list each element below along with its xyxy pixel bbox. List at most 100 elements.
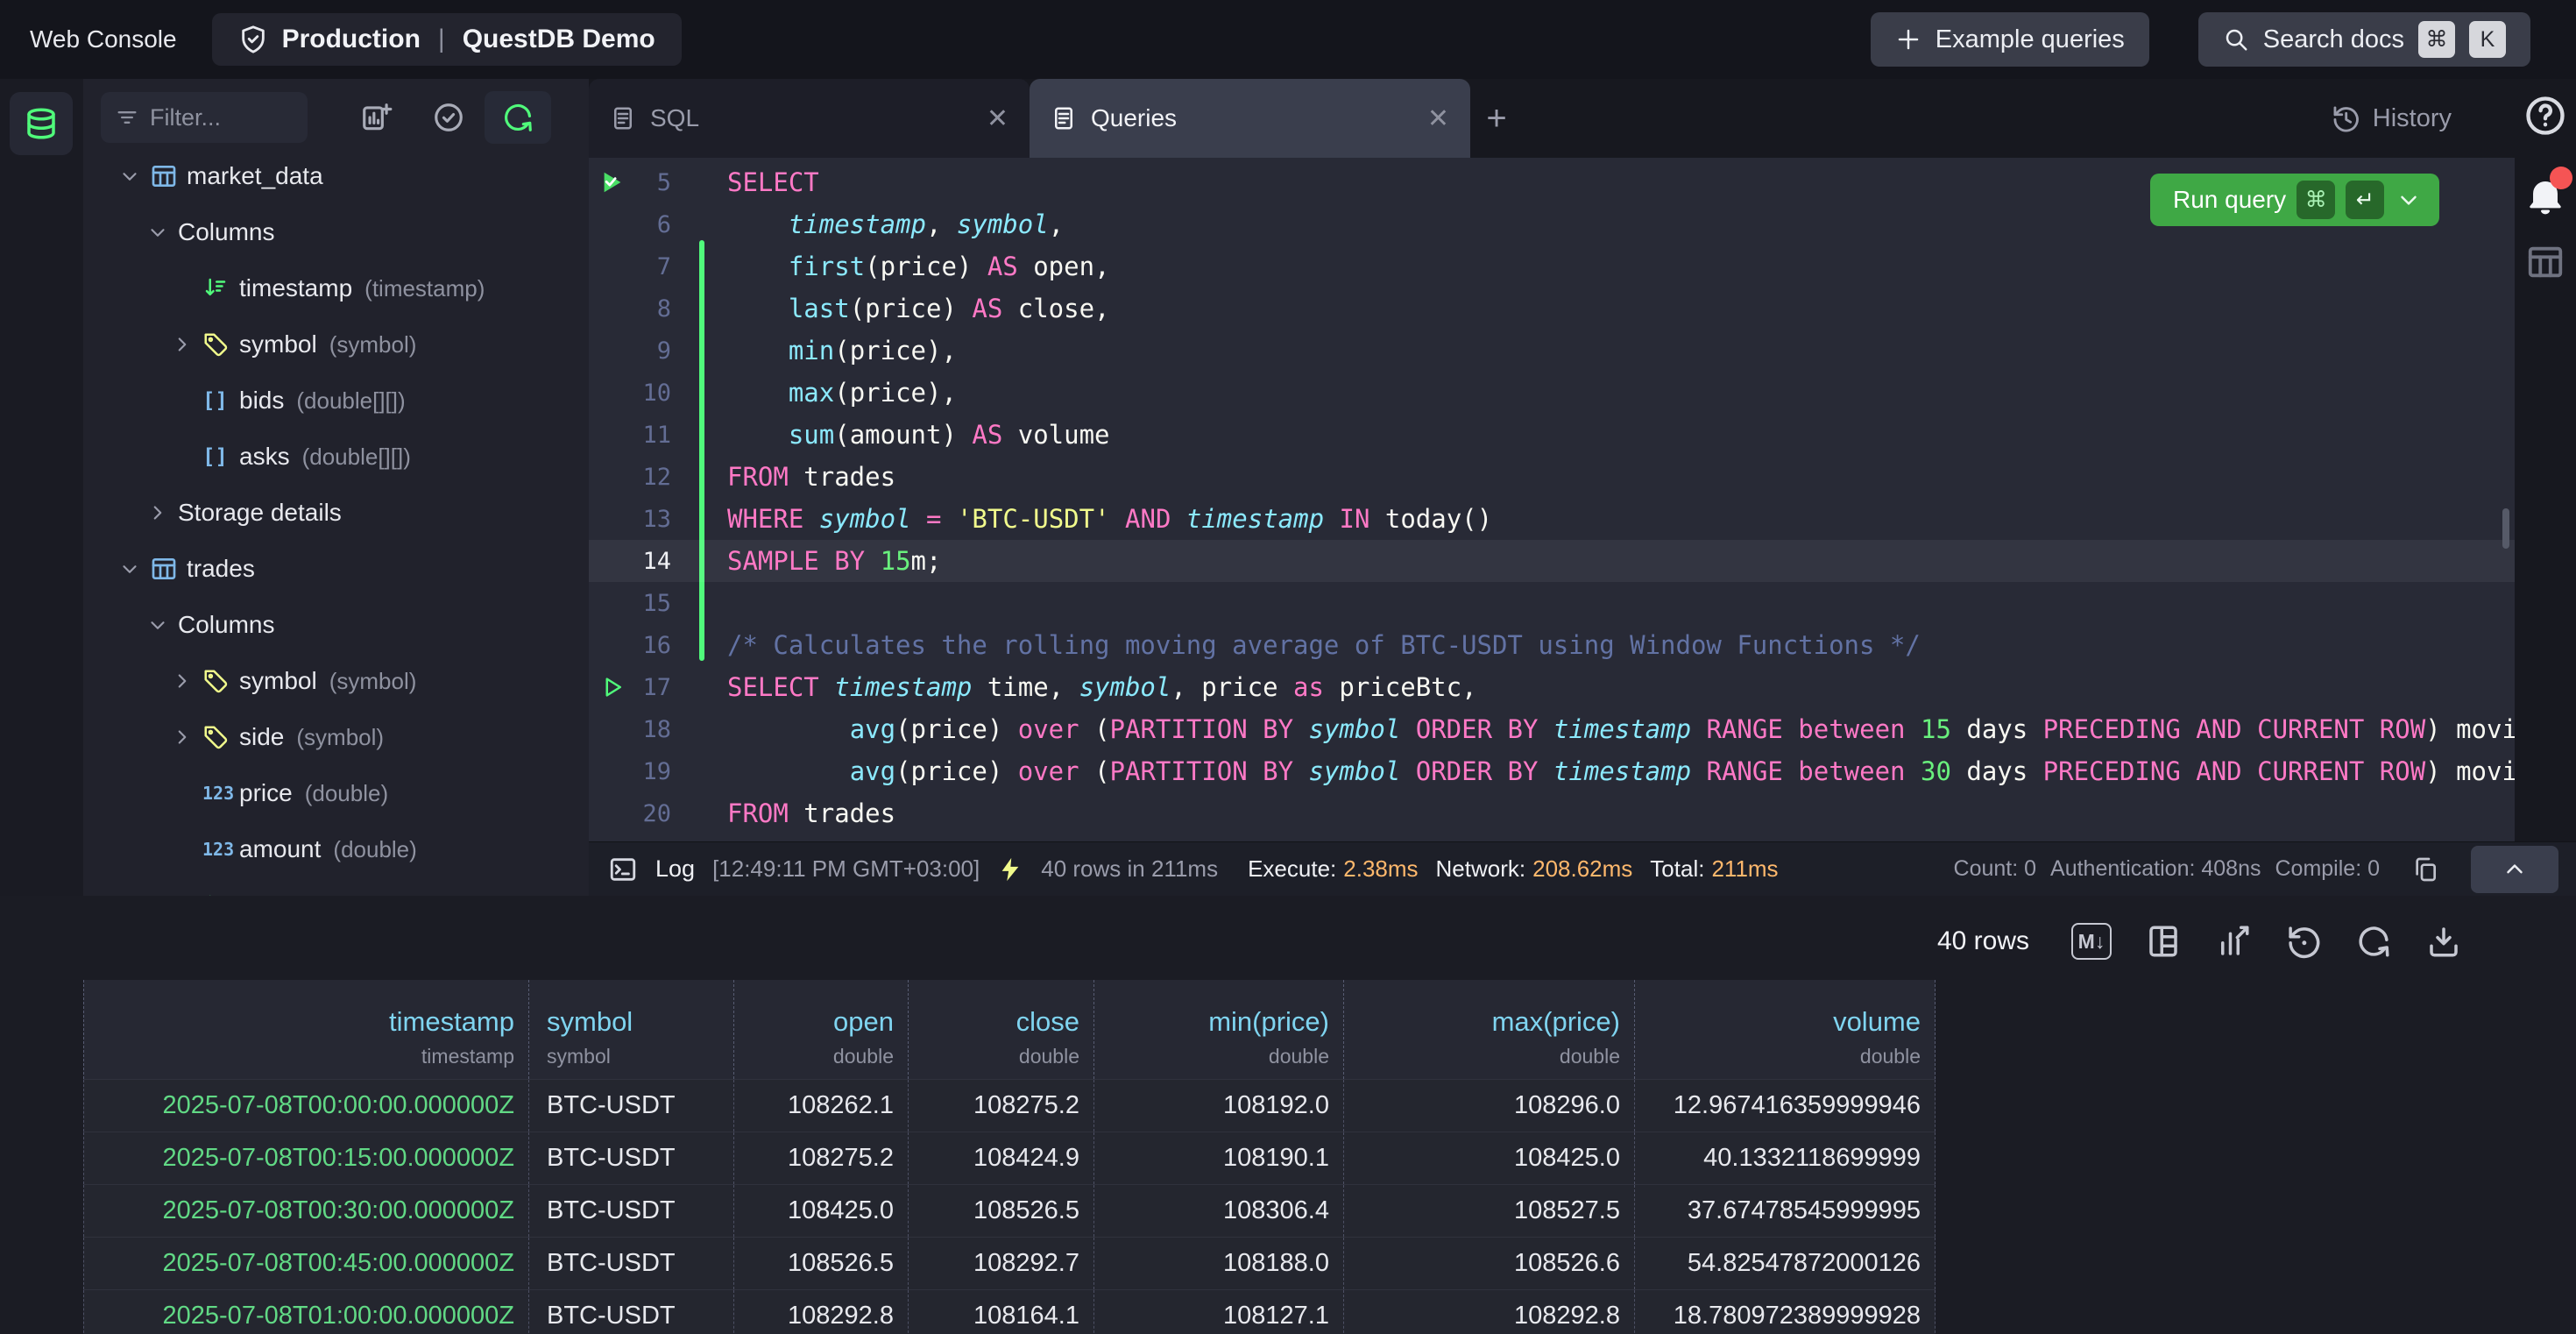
code-line-13[interactable]: 13WHERE symbol = 'BTC-USDT' AND timestam… bbox=[589, 498, 2515, 540]
app-title: Web Console bbox=[30, 25, 177, 53]
table-row[interactable]: 2025-07-08T00:30:00.000000ZBTC-USDT10842… bbox=[83, 1185, 1936, 1238]
cell-close: 108292.7 bbox=[909, 1238, 1094, 1289]
grid-header: timestamptimestampsymbolsymbolopendouble… bbox=[83, 980, 1936, 1080]
add-table-button[interactable] bbox=[350, 91, 403, 144]
sql-editor[interactable]: 5SELECT6 timestamp, symbol,7 first(price… bbox=[589, 158, 2515, 841]
environment-name: Production bbox=[282, 25, 421, 54]
tree-item-side[interactable]: side(symbol) bbox=[83, 709, 589, 765]
history-label: History bbox=[2373, 104, 2452, 133]
tree-item-bids[interactable]: []bids(double[][]) bbox=[83, 373, 589, 429]
visualize-button[interactable] bbox=[2215, 923, 2252, 960]
column-header-symbol[interactable]: symbolsymbol bbox=[529, 980, 734, 1079]
markdown-export-button[interactable]: M↓ bbox=[2071, 923, 2112, 960]
cell-min-price-: 108192.0 bbox=[1094, 1080, 1344, 1132]
copy-log-button[interactable] bbox=[2397, 846, 2453, 893]
log-timestamp: [12:49:11 PM GMT+03:00] bbox=[712, 855, 980, 883]
tree-item-symbol[interactable]: symbol(symbol) bbox=[83, 316, 589, 373]
tree-item-price[interactable]: 123price(double) bbox=[83, 765, 589, 821]
table-row[interactable]: 2025-07-08T00:15:00.000000ZBTC-USDT10827… bbox=[83, 1132, 1936, 1185]
cell-close: 108526.5 bbox=[909, 1185, 1094, 1237]
run-query-button[interactable]: Run query ⌘ ↵ bbox=[2150, 174, 2439, 226]
cell-timestamp: 2025-07-08T01:00:00.000000Z bbox=[83, 1290, 529, 1334]
tab-sql[interactable]: SQL✕ bbox=[589, 79, 1030, 158]
environment-badge[interactable]: Production | QuestDB Demo bbox=[212, 13, 682, 66]
log-label: Log bbox=[655, 855, 695, 883]
chevron-right-icon bbox=[171, 726, 194, 749]
help-button[interactable] bbox=[2515, 93, 2576, 138]
code-line-8[interactable]: 8 last(price) AS close, bbox=[589, 287, 2515, 330]
code-line-10[interactable]: 10 max(price), bbox=[589, 372, 2515, 414]
column-type: double bbox=[1269, 1045, 1329, 1068]
tree-item-trades[interactable]: trades bbox=[83, 541, 589, 597]
results-panel-button[interactable] bbox=[2515, 242, 2576, 282]
code-line-15[interactable]: 15 bbox=[589, 582, 2515, 624]
tree-item-timestamp[interactable]: timestamp(timestamp) bbox=[83, 877, 589, 896]
query-history-button[interactable] bbox=[2285, 923, 2322, 960]
line-number: 7 bbox=[589, 253, 701, 280]
tag-icon bbox=[202, 331, 229, 358]
code-line-18[interactable]: 18 avg(price) over (PARTITION BY symbol … bbox=[589, 708, 2515, 750]
schema-panel: market_dataColumnstimestamp(timestamp)sy… bbox=[83, 79, 589, 896]
schema-filter[interactable] bbox=[101, 92, 308, 143]
tree-item-amount[interactable]: 123amount(double) bbox=[83, 821, 589, 877]
collapse-log-button[interactable] bbox=[2471, 846, 2558, 893]
code-line-9[interactable]: 9 min(price), bbox=[589, 330, 2515, 372]
notifications-button[interactable] bbox=[2515, 174, 2576, 222]
column-header-close[interactable]: closedouble bbox=[909, 980, 1094, 1079]
search-docs-button[interactable]: Search docs ⌘ K bbox=[2198, 12, 2530, 67]
chevron-right-icon bbox=[146, 501, 169, 524]
column-header-timestamp[interactable]: timestamptimestamp bbox=[83, 980, 529, 1079]
column-type: double bbox=[1860, 1045, 1921, 1068]
tree-item-timestamp[interactable]: timestamp(timestamp) bbox=[83, 260, 589, 316]
code-line-12[interactable]: 12FROM trades bbox=[589, 456, 2515, 498]
numeric-icon: 123 bbox=[202, 839, 234, 860]
code-line-7[interactable]: 7 first(price) AS open, bbox=[589, 245, 2515, 287]
tree-item-symbol[interactable]: symbol(symbol) bbox=[83, 653, 589, 709]
markdown-icon: M↓ bbox=[2071, 923, 2112, 960]
table-row[interactable]: 2025-07-08T00:45:00.000000ZBTC-USDT10852… bbox=[83, 1238, 1936, 1290]
tree-item-storage-details[interactable]: Storage details bbox=[83, 485, 589, 541]
column-header-max-price-[interactable]: max(price)double bbox=[1344, 980, 1635, 1079]
tables-panel-button[interactable] bbox=[10, 92, 73, 155]
tree-item-type: (symbol) bbox=[296, 724, 384, 751]
code-line-17[interactable]: 17SELECT timestamp time, symbol, price a… bbox=[589, 666, 2515, 708]
tree-item-label: market_data bbox=[187, 162, 323, 190]
code-line-14[interactable]: 14SAMPLE BY 15m; bbox=[589, 540, 2515, 582]
column-name: timestamp bbox=[389, 1006, 514, 1038]
refresh-results-button[interactable] bbox=[2355, 923, 2392, 960]
chevron-up-icon bbox=[2502, 856, 2528, 883]
example-queries-button[interactable]: Example queries bbox=[1871, 12, 2149, 67]
column-header-open[interactable]: opendouble bbox=[734, 980, 909, 1079]
table-row[interactable]: 2025-07-08T01:00:00.000000ZBTC-USDT10829… bbox=[83, 1290, 1936, 1334]
select-tables-button[interactable] bbox=[422, 91, 475, 144]
toggle-columns-button[interactable] bbox=[2145, 923, 2182, 960]
tree-item-columns[interactable]: Columns bbox=[83, 204, 589, 260]
column-header-volume[interactable]: volumedouble bbox=[1635, 980, 1936, 1079]
editor-area: SQL✕ Queries ✕ + History 5SELECT6 timestam… bbox=[589, 79, 2515, 896]
table-row[interactable]: 2025-07-08T00:00:00.000000ZBTC-USDT10826… bbox=[83, 1080, 1936, 1132]
tab-queries[interactable]: Queries ✕ bbox=[1030, 79, 1470, 158]
close-tab-icon[interactable]: ✕ bbox=[1427, 103, 1449, 134]
editor-scrollbar[interactable] bbox=[2502, 508, 2509, 549]
column-header-min-price-[interactable]: min(price) double bbox=[1094, 980, 1344, 1079]
tree-item-type: (timestamp) bbox=[364, 275, 485, 302]
download-csv-button[interactable] bbox=[2425, 923, 2462, 960]
column-name: min(price) bbox=[1208, 1006, 1329, 1038]
code-line-11[interactable]: 11 sum(amount) AS volume bbox=[589, 414, 2515, 456]
code-line-16[interactable]: 16/* Calculates the rolling moving avera… bbox=[589, 624, 2515, 666]
chevron-down-icon bbox=[118, 165, 141, 188]
array-icon: [] bbox=[202, 388, 228, 413]
history-button[interactable]: History bbox=[2331, 79, 2515, 158]
tree-item-asks[interactable]: []asks(double[][]) bbox=[83, 429, 589, 485]
code-line-19[interactable]: 19 avg(price) over (PARTITION BY symbol … bbox=[589, 750, 2515, 792]
filter-input[interactable] bbox=[150, 104, 272, 131]
new-tab-button[interactable]: + bbox=[1470, 79, 1523, 158]
close-tab-icon[interactable]: ✕ bbox=[987, 103, 1008, 134]
history-icon bbox=[2331, 103, 2360, 133]
tab-label: Queries bbox=[1091, 104, 1413, 132]
refresh-schema-button[interactable] bbox=[485, 91, 551, 144]
shield-check-icon bbox=[238, 25, 268, 54]
tree-item-columns[interactable]: Columns bbox=[83, 597, 589, 653]
tree-item-market-data[interactable]: market_data bbox=[83, 148, 589, 204]
code-line-20[interactable]: 20FROM trades bbox=[589, 792, 2515, 834]
